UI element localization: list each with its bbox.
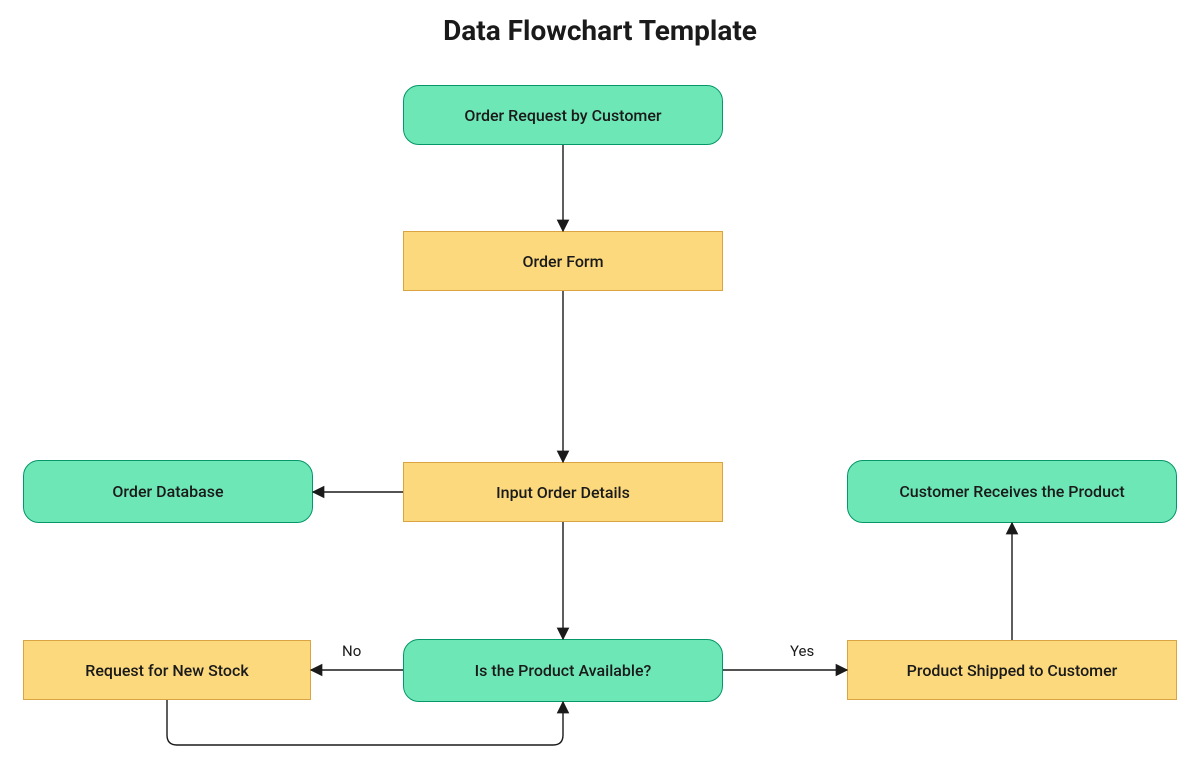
- diagram-title: Data Flowchart Template: [0, 14, 1200, 47]
- node-input-order-details: Input Order Details: [403, 462, 723, 522]
- node-order-database: Order Database: [23, 460, 313, 523]
- node-order-form: Order Form: [403, 231, 723, 291]
- node-is-product-available: Is the Product Available?: [403, 639, 723, 702]
- node-order-request: Order Request by Customer: [403, 85, 723, 145]
- edge-label-no: No: [342, 642, 361, 660]
- edge-label-yes: Yes: [790, 642, 814, 660]
- node-product-shipped: Product Shipped to Customer: [847, 640, 1177, 700]
- flowchart-canvas: { "title": "Data Flowchart Template", "n…: [0, 0, 1200, 764]
- node-customer-receives: Customer Receives the Product: [847, 460, 1177, 523]
- node-request-new-stock: Request for New Stock: [23, 640, 311, 700]
